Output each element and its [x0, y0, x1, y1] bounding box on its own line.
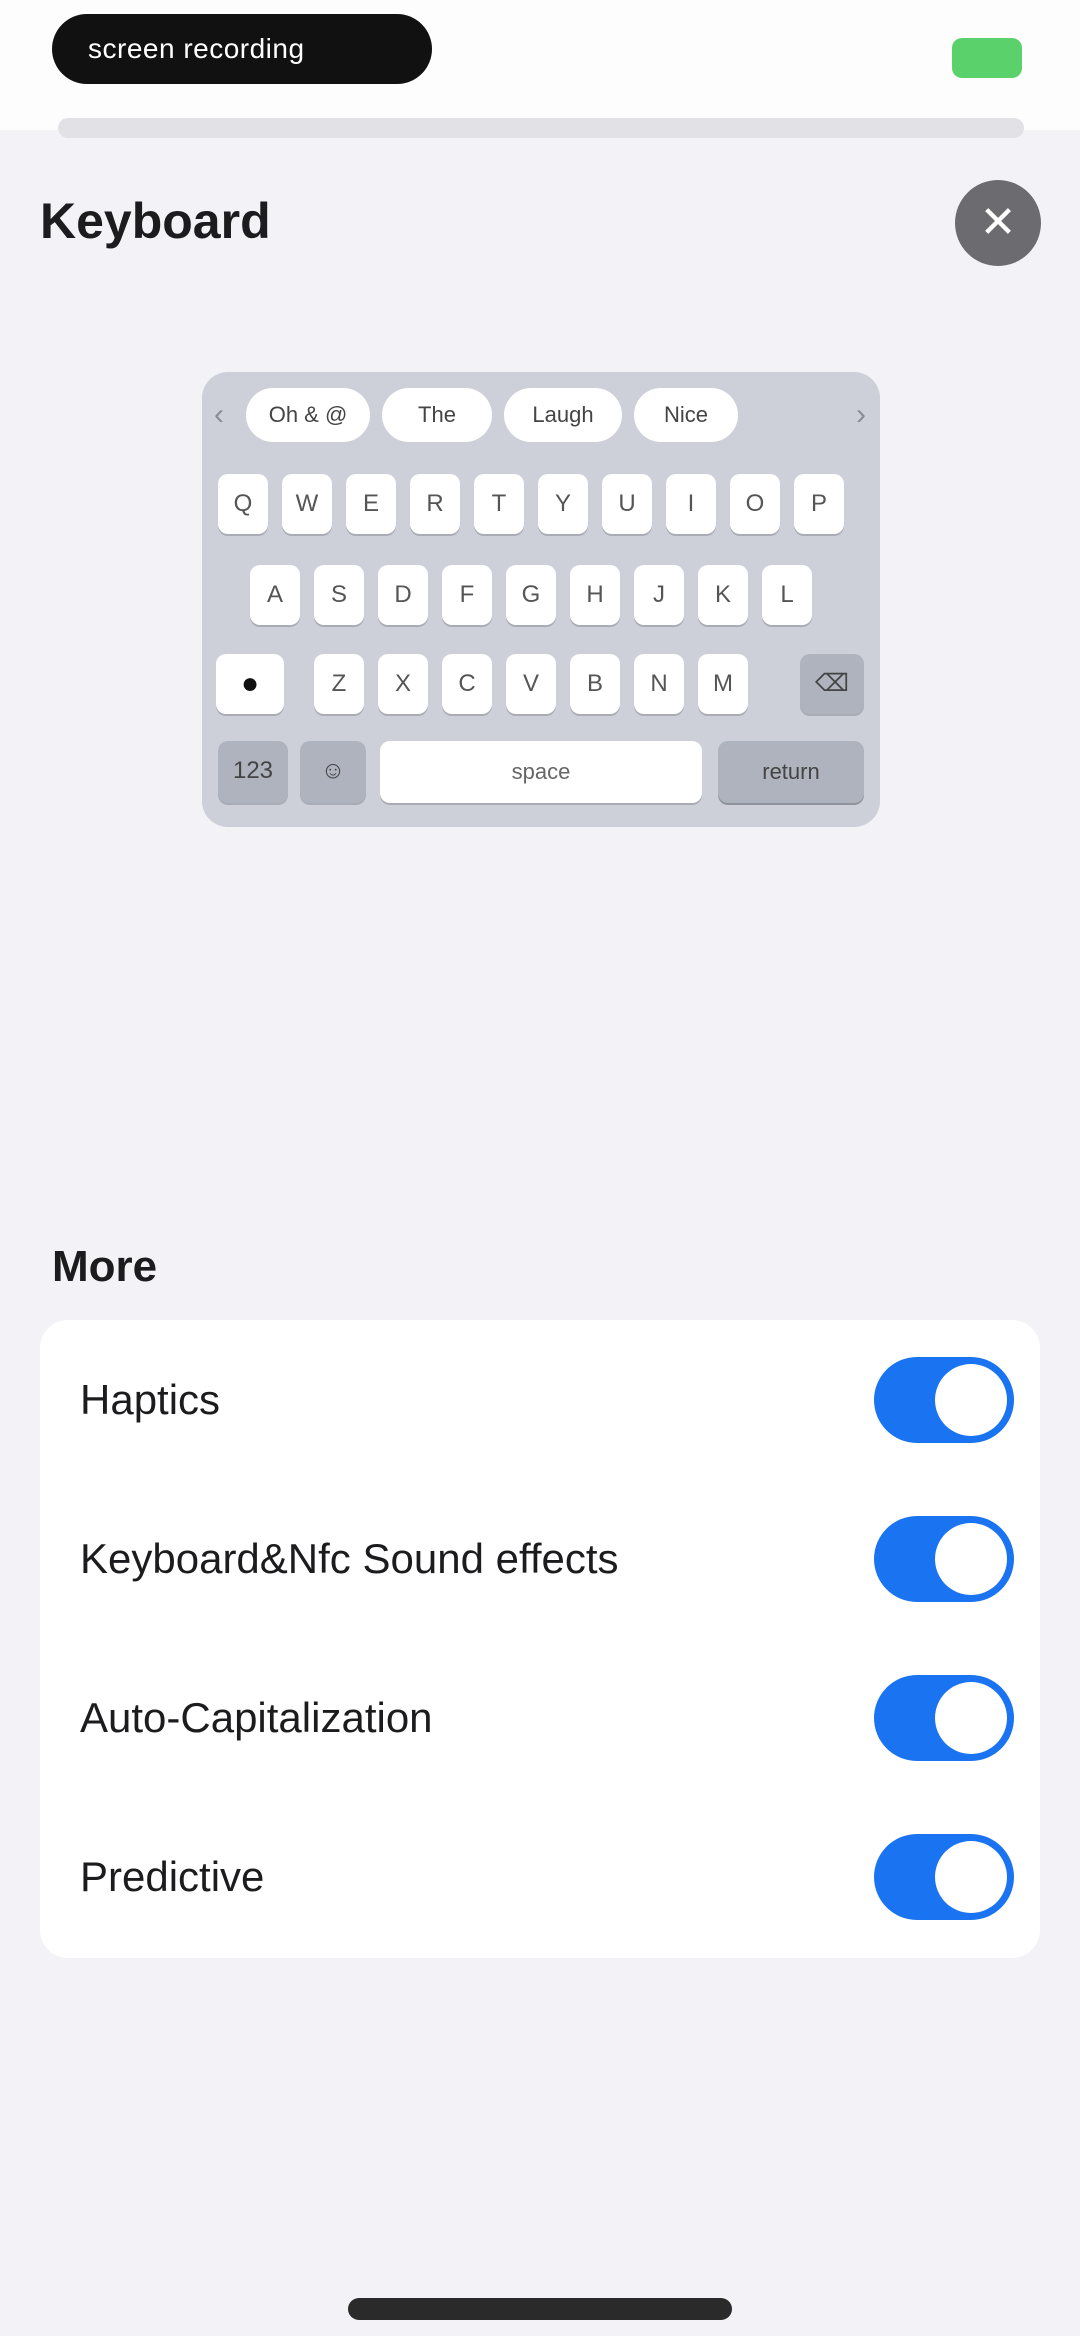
- key: B: [570, 654, 620, 714]
- sheet-top-edge: [58, 118, 1024, 138]
- haptics-toggle[interactable]: [874, 1357, 1014, 1443]
- toggle-knob: [935, 1682, 1007, 1754]
- key: G: [506, 565, 556, 625]
- key: A: [250, 565, 300, 625]
- key: U: [602, 474, 652, 534]
- key: I: [666, 474, 716, 534]
- key: P: [794, 474, 844, 534]
- key: Z: [314, 654, 364, 714]
- key: H: [570, 565, 620, 625]
- key: N: [634, 654, 684, 714]
- key: W: [282, 474, 332, 534]
- close-icon: ✕: [979, 198, 1017, 247]
- emoji-icon: ☺: [320, 757, 346, 784]
- setting-label: Predictive: [80, 1853, 265, 1900]
- key: D: [378, 565, 428, 625]
- toggle-knob: [935, 1523, 1007, 1595]
- key: S: [314, 565, 364, 625]
- setting-label: Haptics: [80, 1376, 221, 1423]
- key: Y: [538, 474, 588, 534]
- chevron-right-icon: ›: [856, 398, 866, 431]
- keyboard-preview: ‹ Oh & @ The Laugh Nice › Q W E R T Y U …: [202, 372, 880, 827]
- key: C: [442, 654, 492, 714]
- toggle-knob: [935, 1364, 1007, 1436]
- chevron-left-icon: ‹: [214, 398, 224, 431]
- key: X: [378, 654, 428, 714]
- key: F: [442, 565, 492, 625]
- close-button[interactable]: ✕: [955, 180, 1041, 266]
- suggestion-chip: Oh & @: [246, 388, 370, 442]
- sound-effects-toggle[interactable]: [874, 1516, 1014, 1602]
- status-bar: screen recording: [0, 0, 1080, 130]
- shift-key: ●: [216, 654, 284, 714]
- setting-label: Keyboard&Nfc Sound effects: [80, 1535, 619, 1582]
- setting-row-auto-capitalization: Auto-Capitalization: [40, 1638, 1040, 1797]
- shift-icon: ●: [240, 667, 260, 700]
- emoji-key: ☺: [300, 741, 366, 803]
- auto-capitalization-toggle[interactable]: [874, 1675, 1014, 1761]
- predictive-toggle[interactable]: [874, 1834, 1014, 1920]
- suggestion-chip: Laugh: [504, 388, 622, 442]
- key: Q: [218, 474, 268, 534]
- screen-recording-pill[interactable]: screen recording: [52, 14, 432, 84]
- key: K: [698, 565, 748, 625]
- return-key: return: [718, 741, 864, 803]
- key: R: [410, 474, 460, 534]
- key: L: [762, 565, 812, 625]
- setting-row-sound-effects: Keyboard&Nfc Sound effects: [40, 1479, 1040, 1638]
- key: M: [698, 654, 748, 714]
- setting-label: Auto-Capitalization: [80, 1694, 433, 1741]
- suggestion-chip: Nice: [634, 388, 738, 442]
- space-key: space: [380, 741, 702, 803]
- delete-key: ⌫: [800, 654, 864, 714]
- page-title: Keyboard: [40, 193, 271, 249]
- delete-icon: ⌫: [815, 670, 849, 697]
- setting-row-predictive: Predictive: [40, 1797, 1040, 1956]
- suggestion-chip: The: [382, 388, 492, 442]
- home-indicator[interactable]: [348, 2298, 732, 2320]
- key: O: [730, 474, 780, 534]
- setting-row-haptics: Haptics: [40, 1320, 1040, 1479]
- key: V: [506, 654, 556, 714]
- key: E: [346, 474, 396, 534]
- key: J: [634, 565, 684, 625]
- numbers-key: 123: [218, 741, 288, 803]
- settings-card: Haptics Keyboard&Nfc Sound effects Auto-…: [40, 1320, 1040, 1958]
- key: T: [474, 474, 524, 534]
- battery-icon: [952, 38, 1022, 78]
- suggestion-bar: ‹ Oh & @ The Laugh Nice ›: [202, 384, 880, 446]
- toggle-knob: [935, 1841, 1007, 1913]
- section-title-more: More: [52, 1242, 158, 1291]
